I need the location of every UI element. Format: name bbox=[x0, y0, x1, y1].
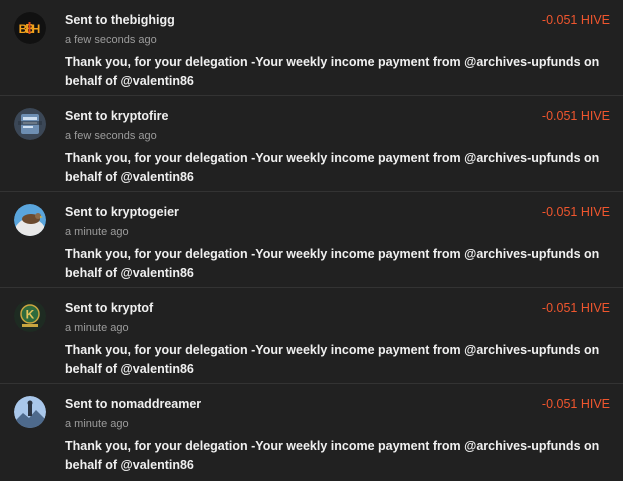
recipient-link[interactable]: kryptof bbox=[111, 301, 153, 315]
amount: -0.051 HIVE bbox=[541, 109, 610, 123]
mountain-avatar-icon[interactable] bbox=[14, 396, 46, 428]
timestamp: a few seconds ago bbox=[65, 130, 157, 142]
timestamp: a minute ago bbox=[65, 226, 129, 238]
sent-to-label: Sent to nomaddreamer bbox=[65, 397, 202, 411]
transaction-row: K Sent to kryptof a minute ago -0.051 HI… bbox=[0, 288, 623, 384]
recipient-link[interactable]: thebighigg bbox=[111, 13, 175, 27]
amount: -0.051 HIVE bbox=[541, 205, 610, 219]
sent-to-label: Sent to thebighigg bbox=[65, 13, 175, 27]
transaction-row: Sent to nomaddreamer a minute ago -0.051… bbox=[0, 384, 623, 480]
transaction-row: Sent to kryptogeier a minute ago -0.051 … bbox=[0, 192, 623, 288]
kryptof-coin-icon[interactable]: K bbox=[14, 300, 46, 332]
sent-to-label: Sent to kryptof bbox=[65, 301, 154, 315]
recipient-link[interactable]: kryptogeier bbox=[111, 205, 179, 219]
svg-text:B: B bbox=[19, 22, 28, 36]
svg-text:K: K bbox=[26, 308, 35, 322]
amount: -0.051 HIVE bbox=[541, 301, 610, 315]
transaction-list: B B H Sent to thebighigg a few seconds a… bbox=[0, 0, 623, 480]
timestamp: a few seconds ago bbox=[65, 34, 157, 46]
amount: -0.051 HIVE bbox=[541, 397, 610, 411]
memo: Thank you, for your delegation -Your wee… bbox=[65, 343, 600, 376]
amount: -0.051 HIVE bbox=[541, 13, 610, 27]
timestamp: a minute ago bbox=[65, 418, 129, 430]
timestamp: a minute ago bbox=[65, 322, 129, 334]
memo: Thank you, for your delegation -Your wee… bbox=[65, 55, 600, 88]
recipient-link[interactable]: nomaddreamer bbox=[111, 397, 201, 411]
svg-text:H: H bbox=[32, 22, 41, 36]
transaction-row: Sent to kryptofire a few seconds ago -0.… bbox=[0, 96, 623, 192]
memo: Thank you, for your delegation -Your wee… bbox=[65, 439, 600, 472]
recipient-link[interactable]: kryptofire bbox=[111, 109, 169, 123]
kryptofire-avatar-icon[interactable] bbox=[14, 108, 46, 140]
vulture-avatar-icon[interactable] bbox=[14, 204, 46, 236]
sent-to-label: Sent to kryptofire bbox=[65, 109, 169, 123]
sent-to-label: Sent to kryptogeier bbox=[65, 205, 179, 219]
memo: Thank you, for your delegation -Your wee… bbox=[65, 247, 600, 280]
transaction-row: B B H Sent to thebighigg a few seconds a… bbox=[0, 0, 623, 96]
bh-logo-icon[interactable]: B B H bbox=[14, 12, 46, 44]
memo: Thank you, for your delegation -Your wee… bbox=[65, 151, 600, 184]
